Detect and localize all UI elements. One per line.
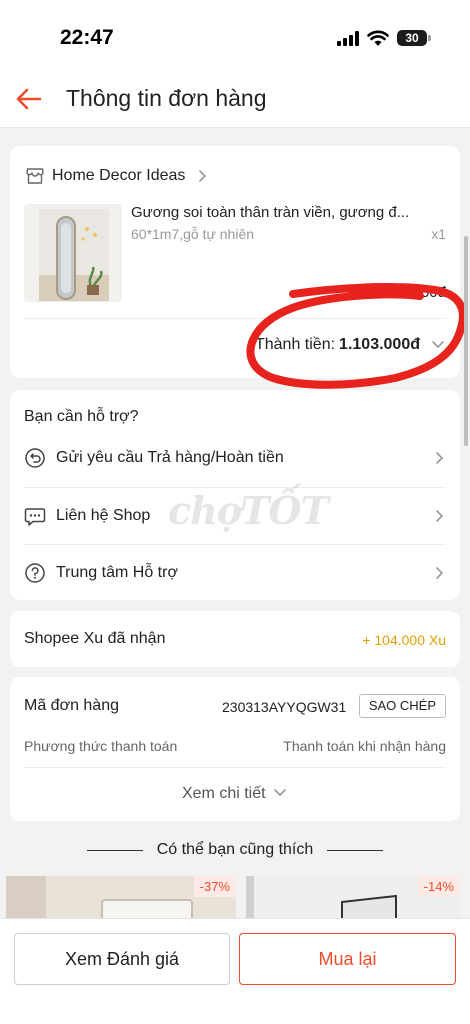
chevron-right-icon [199,170,207,182]
xu-label: Shopee Xu đã nhận [24,630,166,647]
chevron-right-icon [436,510,444,522]
header: Thông tin đơn hàng [0,72,470,128]
total-label: Thành tiền: [254,336,336,353]
battery-tip [428,35,431,41]
shopee-xu-card: Shopee Xu đã nhận + 104.000 Xu [10,611,460,667]
support-item-label: Trung tâm Hỗ trợ [56,564,178,581]
buy-again-button[interactable]: Mua lại [239,933,456,985]
copy-button[interactable]: SAO CHÉP [358,694,446,718]
chevron-right-icon [436,567,444,579]
back-arrow-icon[interactable] [14,84,44,114]
product-card: Home Decor Ideas Gương soi toàn thân trà… [10,146,460,378]
discount-badge: -14% [417,876,460,897]
support-title: Bạn cần hỗ trợ? [24,408,139,425]
recommend-title: Có thể bạn cũng thích [156,841,314,858]
chat-icon [24,508,46,526]
divider-line [86,849,143,851]
status-bar: 22:47 30 [0,0,470,72]
view-details-button[interactable]: Xem chi tiết [10,785,460,803]
support-item-label: Liên hệ Shop [56,507,151,524]
signal-icon [337,31,359,46]
scrollbar[interactable] [464,236,468,446]
view-details-label: Xem chi tiết [181,785,266,802]
bottom-action-bar: Xem Đánh giá Mua lại [0,918,470,1024]
order-total-row[interactable]: Thành tiền: 1.103.000đ [255,336,446,354]
divider [24,318,446,319]
product-image[interactable] [24,204,122,302]
return-refund-item[interactable]: Gửi yêu cầu Trả hàng/Hoàn tiền [24,430,446,486]
help-center-item[interactable]: Trung tâm Hỗ trợ [24,545,446,600]
return-icon [25,448,45,468]
product-quantity: x1 [431,226,446,242]
view-review-button[interactable]: Xem Đánh giá [14,933,230,985]
payment-method-value: Thanh toán khi nhận hàng [283,738,446,754]
xu-value: + 104.000 Xu [362,632,446,648]
order-code-label: Mã đơn hàng [24,697,119,714]
status-time: 22:47 [60,26,114,49]
chevron-down-icon [274,789,286,797]
wifi-icon [367,30,389,46]
support-item-label: Gửi yêu cầu Trả hàng/Hoàn tiền [56,449,284,466]
recommend-header: Có thể bạn cũng thích [0,838,470,862]
page-title: Thông tin đơn hàng [66,85,267,111]
order-info-card: Mã đơn hàng 230313AYYQGW31 SAO CHÉP Phươ… [10,677,460,821]
battery-icon: 30 [397,30,427,46]
product-price: 1.000.000đ [370,284,446,301]
shop-name: Home Decor Ideas [52,167,186,184]
payment-method-label: Phương thức thanh toán [24,738,178,754]
shop-row[interactable]: Home Decor Ideas [26,164,213,188]
mirror-photo [25,205,121,301]
chevron-down-icon [432,341,444,349]
contact-shop-item[interactable]: Liên hệ Shop [24,488,446,544]
product-variant: 60*1m7,gỗ tự nhiên [131,226,255,242]
product-name[interactable]: Gương soi toàn thân tràn viền, gương đ..… [131,204,441,221]
total-value: 1.103.000đ [339,336,420,353]
help-icon [25,563,45,583]
order-code: 230313AYYQGW31 [222,699,347,715]
store-icon [26,168,44,184]
divider-line [327,849,384,851]
discount-badge: -37% [193,876,236,897]
chevron-right-icon [436,452,444,464]
support-card: Bạn cần hỗ trợ? Gửi yêu cầu Trả hàng/Hoà… [10,390,460,600]
divider [24,767,446,768]
